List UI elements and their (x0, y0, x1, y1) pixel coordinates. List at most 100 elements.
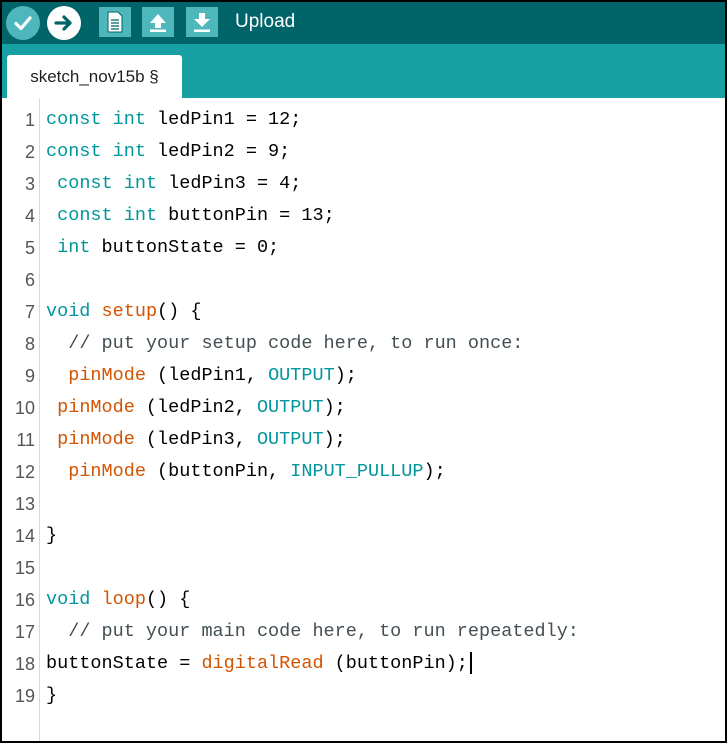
line-number: 16 (14, 590, 35, 610)
code-line[interactable]: 6 (2, 264, 725, 296)
code-token: () { (145, 589, 191, 610)
code-token: ); (323, 397, 346, 418)
code-text: pinMode (ledPin3, OUTPUT); (46, 424, 346, 456)
toolbar: Upload (2, 2, 725, 44)
new-sketch-button[interactable] (99, 7, 131, 37)
comment-token: // put your setup code here, to run once… (68, 333, 524, 354)
code-token: ); (334, 365, 357, 386)
code-text: pinMode (buttonPin, INPUT_PULLUP); (46, 456, 446, 488)
code-text: buttonState = digitalRead (buttonPin); (46, 648, 472, 680)
code-token: (ledPin3, (134, 429, 257, 450)
keyword-token: void (46, 589, 91, 610)
toolbar-hover-label: Upload (235, 11, 296, 32)
code-line[interactable]: 2 const int ledPin2 = 9; (2, 136, 725, 168)
code-text: const int ledPin2 = 9; (46, 136, 290, 168)
code-text: } (46, 520, 57, 552)
keyword-token: const (57, 173, 113, 194)
code-token: } (46, 685, 58, 706)
function-token: loop (101, 589, 146, 610)
keyword-token: int (112, 141, 146, 162)
code-line[interactable]: 11 pinMode (ledPin3, OUTPUT); (2, 424, 725, 456)
function-token: pinMode (57, 397, 135, 418)
code-text: // put your main code here, to run repea… (46, 616, 579, 648)
line-number: 14 (14, 526, 35, 546)
keyword-token: int (112, 109, 146, 130)
code-text: const int ledPin1 = 12; (46, 104, 301, 136)
code-line[interactable]: 10 pinMode (ledPin2, OUTPUT); (2, 392, 725, 424)
line-number: 2 (24, 142, 35, 162)
upload-button[interactable] (47, 6, 81, 40)
keyword-token: void (46, 301, 91, 322)
keyword-token: int (57, 237, 91, 258)
code-line[interactable]: 14} (2, 520, 725, 552)
code-token: ); (323, 429, 346, 450)
line-number: 1 (24, 110, 35, 130)
code-text: pinMode (ledPin1, OUTPUT); (46, 360, 357, 392)
code-token: (buttonPin); (323, 653, 468, 674)
code-line[interactable]: 3 const int ledPin3 = 4; (2, 168, 725, 200)
code-text: // put your setup code here, to run once… (46, 328, 523, 360)
function-token: pinMode (68, 365, 146, 386)
line-number: 11 (16, 430, 35, 450)
code-text: void setup() { (46, 296, 201, 328)
code-line[interactable]: 1 const int ledPin1 = 12; (2, 104, 725, 136)
code-editor[interactable]: 1 const int ledPin1 = 12; 2 const int ledPi… (2, 98, 725, 741)
code-token: buttonState = (46, 653, 202, 674)
line-number: 12 (14, 462, 35, 482)
constant-token: OUTPUT (268, 365, 335, 386)
constant-token: OUTPUT (256, 397, 324, 418)
code-line[interactable]: 18 buttonState = digitalRead (buttonPin); (2, 648, 725, 680)
open-up-arrow-icon (150, 14, 166, 32)
keyword-token: const (46, 141, 102, 162)
line-number: 18 (14, 654, 35, 674)
code-line[interactable]: 16 void loop() { (2, 584, 725, 616)
line-number: 10 (14, 398, 35, 418)
code-line[interactable]: 17 // put your main code here, to run re… (2, 616, 725, 648)
keyword-token: int (123, 173, 158, 194)
line-number: 3 (24, 174, 35, 194)
function-token: setup (101, 301, 158, 322)
new-file-icon (107, 11, 123, 33)
code-token: buttonPin = 13; (157, 205, 335, 226)
code-line[interactable]: 5 int buttonState = 0; (2, 232, 725, 264)
code-token: buttonState = 0; (90, 237, 280, 258)
line-number: 6 (24, 270, 35, 290)
line-number: 19 (14, 686, 35, 706)
function-token: digitalRead (201, 653, 324, 674)
ide-window: Upload sketch_nov15b § 1 const int ledPin… (0, 0, 727, 743)
code-text: pinMode (ledPin2, OUTPUT); (46, 392, 346, 424)
open-button[interactable] (142, 7, 174, 37)
function-token: pinMode (68, 461, 146, 482)
constant-token: INPUT_PULLUP (290, 461, 424, 482)
keyword-token: const (57, 205, 113, 226)
code-line[interactable]: 9 pinMode (ledPin1, OUTPUT); (2, 360, 725, 392)
code-text: const int buttonPin = 13; (46, 200, 335, 232)
code-line[interactable]: 19} (2, 680, 725, 712)
code-token: (ledPin1, (145, 365, 269, 386)
code-token: } (46, 525, 58, 546)
tab-sketch[interactable]: sketch_nov15b § (7, 55, 182, 98)
line-number: 5 (24, 238, 35, 258)
upload-arrow-icon (54, 15, 72, 31)
code-line[interactable]: 7 void setup() { (2, 296, 725, 328)
code-line[interactable]: 12 pinMode (buttonPin, INPUT_PULLUP); (2, 456, 725, 488)
verify-button[interactable] (6, 6, 40, 40)
line-number: 4 (24, 206, 35, 226)
save-button[interactable] (186, 7, 218, 37)
comment-token: // put your main code here, to run repea… (68, 621, 579, 642)
code-line[interactable]: 4 const int buttonPin = 13; (2, 200, 725, 232)
code-token: () { (157, 301, 202, 322)
code-line[interactable]: 15 (2, 552, 725, 584)
code-token: ); (423, 461, 446, 482)
code-line[interactable]: 8 // put your setup code here, to run on… (2, 328, 725, 360)
code-line[interactable]: 13 (2, 488, 725, 520)
code-text: } (46, 680, 57, 712)
keyword-token: int (123, 205, 158, 226)
code-text: void loop() { (46, 584, 190, 616)
save-down-arrow-icon (194, 13, 210, 32)
tab-bar: sketch_nov15b § (2, 44, 725, 98)
